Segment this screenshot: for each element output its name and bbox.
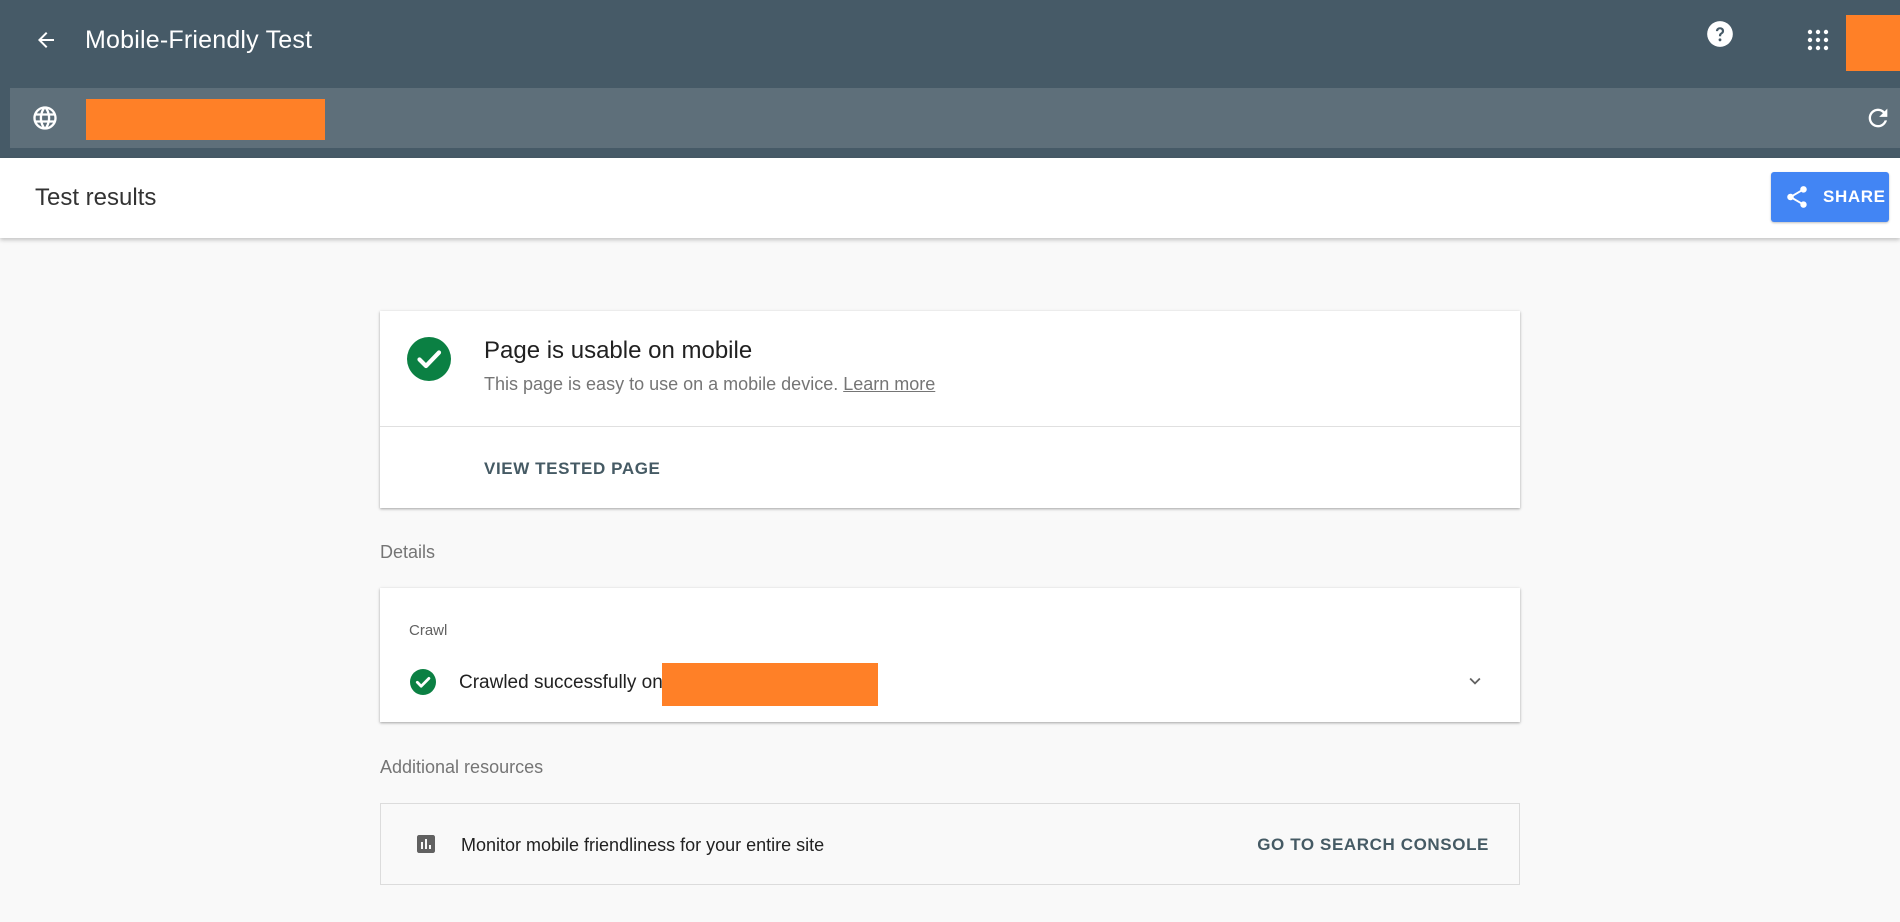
check-circle-icon	[410, 669, 436, 695]
chevron-down-icon	[1469, 677, 1481, 685]
result-subtitle: This page is easy to use on a mobile dev…	[484, 374, 935, 395]
crawl-status-text: Crawled successfully on	[459, 672, 663, 693]
mobile-usability-result-card: Page is usable on mobile This page is ea…	[380, 311, 1520, 508]
results-title: Test results	[35, 184, 157, 211]
result-summary: Page is usable on mobile This page is ea…	[380, 311, 1520, 427]
url-input-redacted[interactable]	[86, 99, 325, 140]
go-to-search-console-link[interactable]: GO TO SEARCH CONSOLE	[1257, 835, 1489, 855]
account-avatar-redacted[interactable]	[1846, 15, 1900, 71]
expand-crawl-button[interactable]	[1460, 666, 1490, 696]
arrow-back-icon	[38, 32, 54, 48]
reload-button[interactable]	[1861, 101, 1895, 135]
help-button[interactable]	[1705, 19, 1735, 49]
learn-more-link[interactable]: Learn more	[843, 374, 935, 394]
resources-text: Monitor mobile friendliness for your ent…	[461, 835, 825, 855]
back-button[interactable]	[28, 22, 64, 58]
apps-button[interactable]	[1800, 22, 1836, 58]
app-header: Mobile-Friendly Test	[0, 0, 1900, 158]
crawl-date-redacted	[662, 663, 878, 706]
share-label: SHARE	[1823, 187, 1886, 206]
bar-chart-icon	[417, 835, 435, 853]
share-icon	[1783, 183, 1811, 211]
result-title: Page is usable on mobile	[484, 337, 753, 364]
additional-resources-label: Additional resources	[380, 757, 544, 777]
apps-grid-icon	[1807, 29, 1829, 51]
reload-icon	[1868, 108, 1888, 128]
help-icon	[1707, 21, 1733, 47]
app-title: Mobile-Friendly Test	[85, 26, 313, 54]
crawl-heading: Crawl	[409, 622, 448, 639]
globe-icon	[30, 103, 60, 133]
results-header: Test results SHARE	[0, 158, 1900, 238]
check-circle-icon	[407, 337, 451, 381]
additional-resources-card: Monitor mobile friendliness for your ent…	[380, 803, 1520, 885]
view-tested-page-button[interactable]: VIEW TESTED PAGE	[484, 459, 660, 479]
url-bar	[10, 88, 1900, 148]
crawl-card[interactable]: Crawl Crawled successfully on	[380, 588, 1520, 722]
details-label: Details	[380, 542, 436, 562]
result-subtitle-text: This page is easy to use on a mobile dev…	[484, 374, 839, 394]
share-button[interactable]: SHARE	[1771, 172, 1889, 222]
